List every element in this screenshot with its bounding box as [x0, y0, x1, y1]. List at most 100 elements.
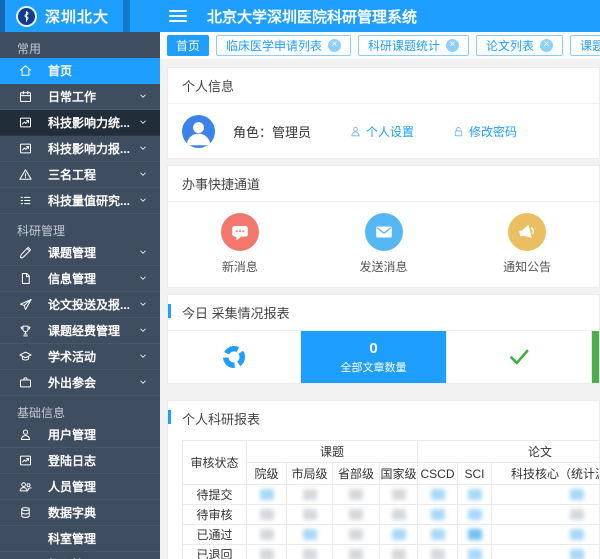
- blurred-value: [392, 529, 406, 540]
- table-cell-blurred-value[interactable]: [333, 505, 380, 525]
- table-cell-blurred-value[interactable]: [492, 505, 599, 525]
- donut-chart-icon: [219, 342, 249, 372]
- table-cell-blurred-value[interactable]: [458, 485, 492, 505]
- sidebar-item-paper-submit-report[interactable]: 论文投送及报...: [0, 292, 160, 318]
- chevron-down-icon: [138, 272, 148, 286]
- sidebar-item-department-mgmt[interactable]: 科室管理: [0, 526, 160, 552]
- table-column-header: 市局级: [287, 463, 333, 485]
- sidebar-item-label: 科室管理: [48, 530, 160, 547]
- stat-tile-article-count[interactable]: 0 全部文章数量: [300, 331, 446, 383]
- chevron-down-icon: [138, 194, 148, 208]
- stat-label: 全部文章数量: [341, 359, 407, 375]
- table-row: 已退回: [183, 545, 600, 559]
- table-cell-blurred-value[interactable]: [287, 505, 333, 525]
- table-cell-blurred-value[interactable]: [247, 485, 287, 505]
- chevron-down-icon: [138, 350, 148, 364]
- sidebar-item-info-mgmt[interactable]: 信息管理: [0, 266, 160, 292]
- check-icon: [506, 344, 532, 370]
- table-corner-header: 审核状态: [183, 441, 247, 485]
- table-cell-blurred-value[interactable]: [380, 505, 418, 525]
- menu-toggle-icon[interactable]: [169, 7, 187, 25]
- chevron-down-icon: [138, 90, 148, 104]
- blurred-value: [303, 509, 317, 520]
- sidebar-item-label: 人员管理: [48, 478, 160, 495]
- table-cell-blurred-value[interactable]: [458, 545, 492, 559]
- table-cell-blurred-value[interactable]: [380, 525, 418, 545]
- table-cell-blurred-value[interactable]: [287, 545, 333, 559]
- sidebar-item-label: 数据字典: [48, 504, 160, 521]
- sidebar-item-tech-influence-stats[interactable]: 科技影响力统...: [0, 110, 160, 136]
- table-cell-blurred-value[interactable]: [287, 525, 333, 545]
- sidebar-item-data-dict[interactable]: 数据字典: [0, 500, 160, 526]
- table-cell-blurred-value[interactable]: [247, 525, 287, 545]
- sidebar-item-user-mgmt[interactable]: 用户管理: [0, 422, 160, 448]
- table-cell-blurred-value[interactable]: [418, 505, 458, 525]
- stat-tile-donut[interactable]: [168, 331, 300, 383]
- tab-home[interactable]: 首页: [167, 35, 209, 56]
- sidebar-item-login-log[interactable]: 登陆日志: [0, 448, 160, 474]
- mail-icon: [365, 213, 403, 251]
- table-cell-blurred-value[interactable]: [380, 545, 418, 559]
- sidebar-item-tech-influence-report[interactable]: 科技影响力报...: [0, 136, 160, 162]
- table-cell-blurred-value[interactable]: [333, 525, 380, 545]
- table-column-header: SCI: [458, 463, 492, 485]
- table-cell-blurred-value[interactable]: [333, 485, 380, 505]
- table-cell-blurred-value[interactable]: [492, 545, 599, 559]
- row-status-label: 待提交: [183, 485, 247, 505]
- table-cell-blurred-value[interactable]: [333, 545, 380, 559]
- tab-clinical-apply-list[interactable]: 临床医学申请列表×: [216, 35, 351, 56]
- table-cell-blurred-value[interactable]: [458, 505, 492, 525]
- stat-tile-check[interactable]: [446, 331, 591, 383]
- close-icon[interactable]: ×: [446, 39, 459, 52]
- sidebar-item-outgoing-meeting[interactable]: 外出参会: [0, 370, 160, 396]
- table-cell-blurred-value[interactable]: [418, 525, 458, 545]
- blurred-value: [468, 529, 482, 540]
- close-icon[interactable]: ×: [540, 39, 553, 52]
- blurred-value: [468, 549, 482, 559]
- sidebar-item-academic-activity[interactable]: 学术活动: [0, 344, 160, 370]
- table-cell-blurred-value[interactable]: [247, 505, 287, 525]
- personal-report-header: 个人科研报表: [168, 401, 599, 436]
- sidebar-section-header: 常用: [0, 32, 160, 58]
- personal-settings-link[interactable]: 个人设置: [349, 123, 414, 140]
- person-icon: [349, 125, 362, 138]
- database-icon: [17, 505, 33, 521]
- table-cell-blurred-value[interactable]: [247, 545, 287, 559]
- sidebar-item-personnel-mgmt[interactable]: 人员管理: [0, 474, 160, 500]
- sidebar-item-label: 首页: [48, 62, 160, 79]
- quick-channel-new-message[interactable]: 新消息: [168, 213, 312, 275]
- close-icon[interactable]: ×: [328, 39, 341, 52]
- chart-icon: [17, 141, 33, 157]
- blurred-value: [349, 489, 363, 500]
- sidebar-item-label: 学术活动: [48, 348, 138, 365]
- sidebar-item-permission-mgmt[interactable]: 权限管理: [0, 552, 160, 559]
- hospital-logo-icon: [16, 6, 37, 27]
- tab-project-stats[interactable]: 科研课题统计×: [358, 35, 469, 56]
- avatar[interactable]: [182, 115, 215, 148]
- sidebar-item-home[interactable]: 首页: [0, 58, 160, 84]
- sidebar-item-three-famous-project[interactable]: 三名工程: [0, 162, 160, 188]
- sidebar-item-daily-work[interactable]: 日常工作: [0, 84, 160, 110]
- table-cell-blurred-value[interactable]: [380, 485, 418, 505]
- change-password-link[interactable]: 修改密码: [452, 123, 517, 140]
- table-cell-blurred-value[interactable]: [492, 525, 599, 545]
- card-today-report: 今日 采集情况报表 0 全部文章数量: [167, 294, 600, 384]
- stat-tile-green[interactable]: [591, 331, 599, 383]
- blurred-value: [349, 509, 363, 520]
- table-cell-blurred-value[interactable]: [287, 485, 333, 505]
- table-cell-blurred-value[interactable]: [418, 545, 458, 559]
- quick-channel-notice[interactable]: 通知公告: [455, 213, 599, 275]
- blurred-value: [468, 489, 482, 500]
- table-cell-blurred-value[interactable]: [418, 485, 458, 505]
- quick-channel-send-message[interactable]: 发送消息: [312, 213, 456, 275]
- tab-paper-list[interactable]: 论文列表×: [476, 35, 563, 56]
- blurred-value: [392, 549, 406, 559]
- sidebar-item-tech-value-research[interactable]: 科技量值研究...: [0, 188, 160, 214]
- sidebar-item-project-mgmt[interactable]: 课题管理: [0, 240, 160, 266]
- sidebar-item-project-funds-mgmt[interactable]: 课题经费管理: [0, 318, 160, 344]
- logo-area: 深圳北大: [0, 0, 160, 32]
- table-cell-blurred-value[interactable]: [458, 525, 492, 545]
- chevron-down-icon: [138, 376, 148, 390]
- table-cell-blurred-value[interactable]: [492, 485, 599, 505]
- tab-project-fee-report[interactable]: 课题费用报表×: [570, 35, 600, 56]
